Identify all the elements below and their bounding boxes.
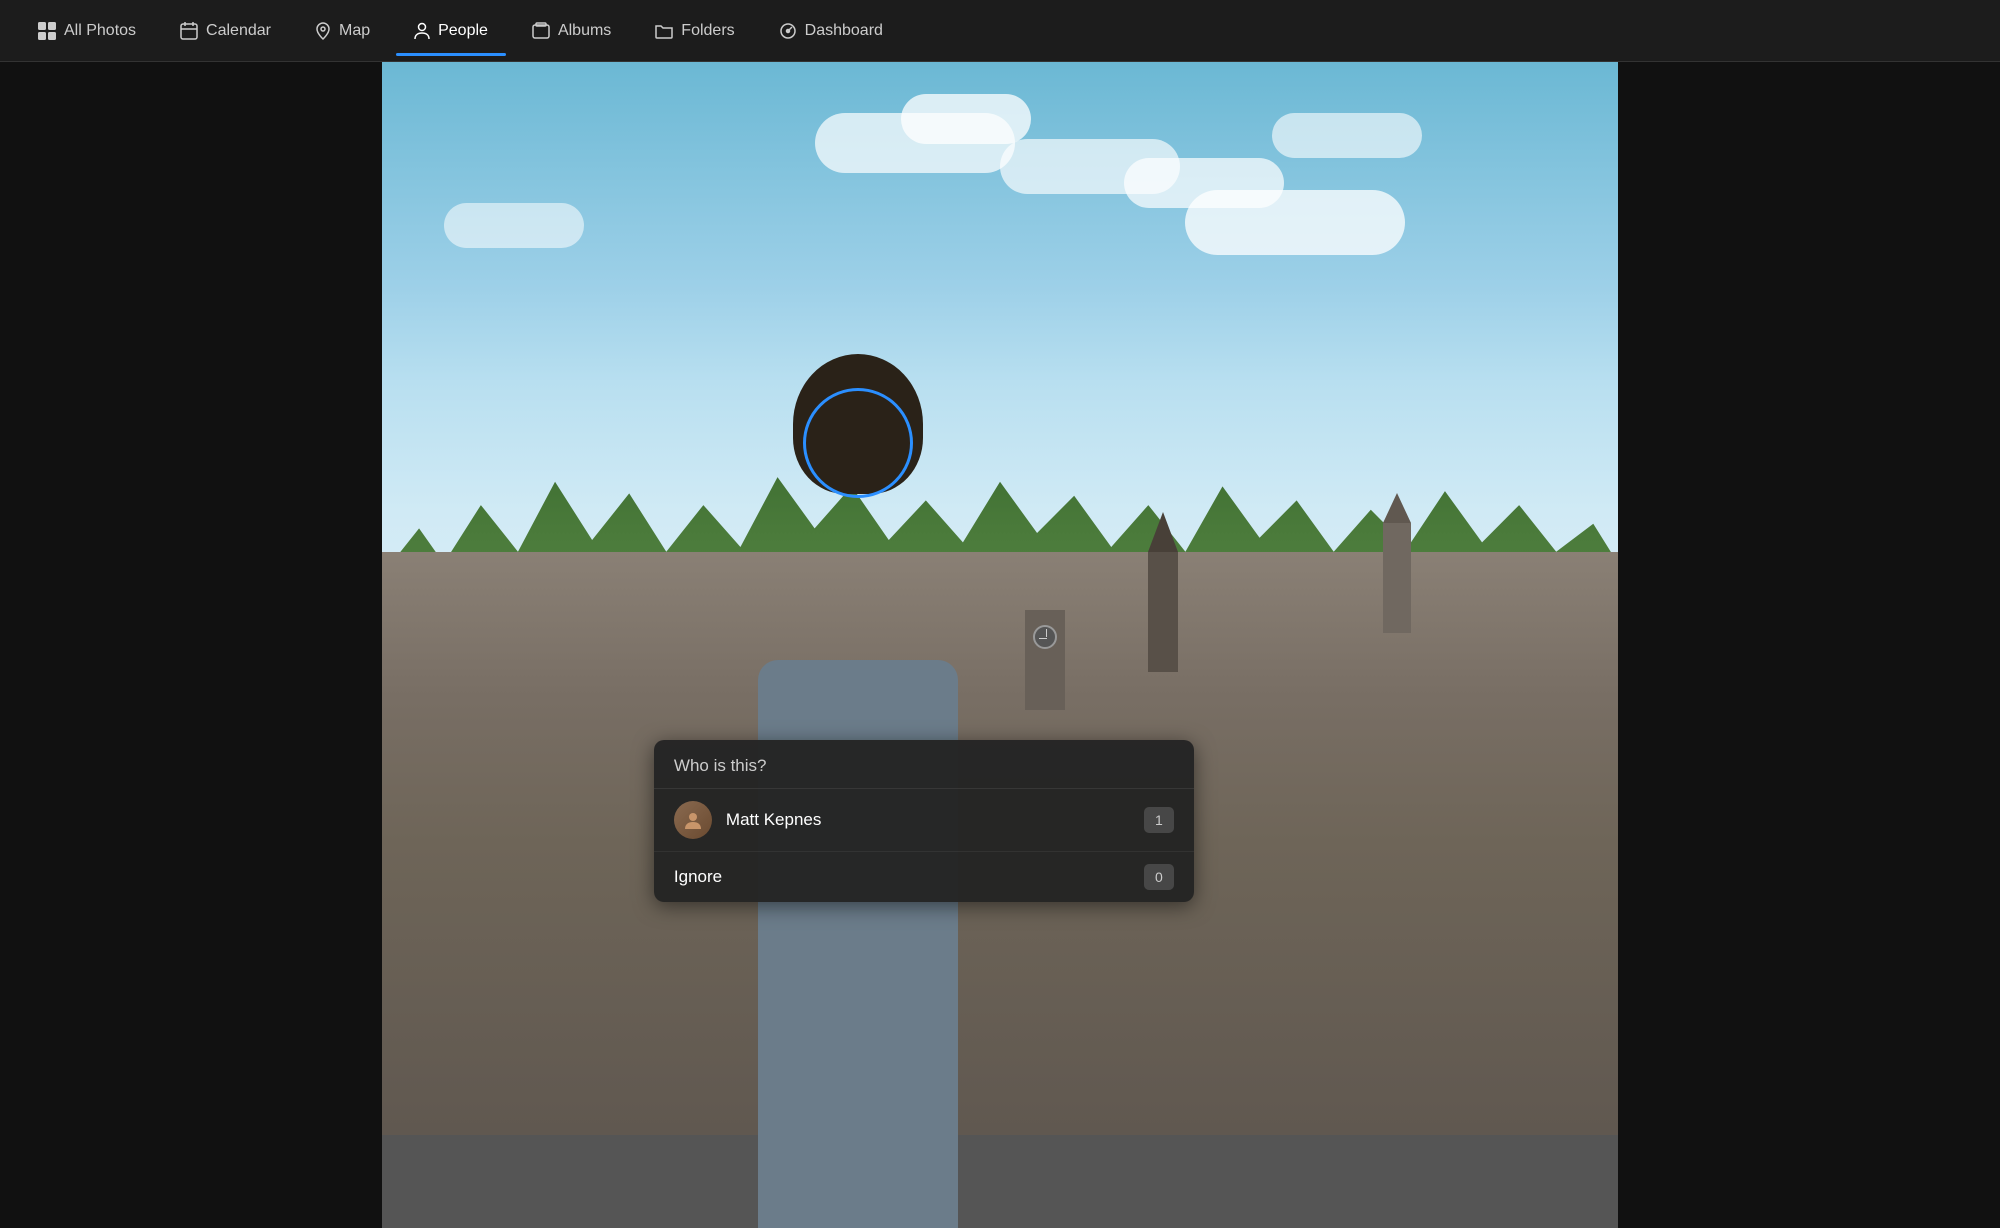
face-detection-circle <box>803 388 913 498</box>
tower <box>1148 552 1178 672</box>
ignore-label: Ignore <box>674 867 1130 887</box>
church-tower <box>1383 523 1411 633</box>
nav-item-map[interactable]: Map <box>297 16 388 46</box>
navigation-bar: All Photos Calendar Map <box>0 0 2000 62</box>
church-steeple <box>1383 493 1411 523</box>
nav-item-all-photos[interactable]: All Photos <box>20 16 154 46</box>
popup-title: Who is this? <box>654 740 1194 789</box>
cloud-5 <box>1185 190 1405 255</box>
dashboard-icon <box>779 22 797 40</box>
grid-icon <box>38 22 56 40</box>
nav-label-all-photos: All Photos <box>64 22 136 40</box>
photo-viewer: Who is this? Matt Kepnes 1 Ignore 0 <box>382 62 1618 1228</box>
album-icon <box>532 22 550 40</box>
ignore-option[interactable]: Ignore 0 <box>654 852 1194 902</box>
nav-label-calendar: Calendar <box>206 22 271 40</box>
ignore-count: 0 <box>1144 864 1174 890</box>
calendar-icon <box>180 22 198 40</box>
nav-item-people[interactable]: People <box>396 16 506 46</box>
person-count: 1 <box>1144 807 1174 833</box>
nav-label-albums: Albums <box>558 22 611 40</box>
folder-icon <box>655 23 673 39</box>
clock-tower <box>1025 610 1065 710</box>
who-is-this-popup: Who is this? Matt Kepnes 1 Ignore 0 <box>654 740 1194 902</box>
map-pin-icon <box>315 22 331 40</box>
clock-face <box>1033 625 1057 649</box>
nav-item-dashboard[interactable]: Dashboard <box>761 16 901 46</box>
nav-item-folders[interactable]: Folders <box>637 16 752 46</box>
person-option-matt-kepnes[interactable]: Matt Kepnes 1 <box>654 789 1194 852</box>
nav-label-map: Map <box>339 22 370 40</box>
nav-label-folders: Folders <box>681 22 734 40</box>
nav-label-dashboard: Dashboard <box>805 22 883 40</box>
cloud-2 <box>901 94 1031 144</box>
nav-item-calendar[interactable]: Calendar <box>162 16 289 46</box>
steeple <box>1148 512 1178 552</box>
cloud-7 <box>444 203 584 248</box>
nav-label-people: People <box>438 22 488 40</box>
person-avatar <box>674 801 712 839</box>
nav-item-albums[interactable]: Albums <box>514 16 629 46</box>
person-icon <box>414 22 430 40</box>
person-name: Matt Kepnes <box>726 810 1130 830</box>
main-content: Who is this? Matt Kepnes 1 Ignore 0 <box>0 62 2000 1228</box>
cloud-6 <box>1272 113 1422 158</box>
